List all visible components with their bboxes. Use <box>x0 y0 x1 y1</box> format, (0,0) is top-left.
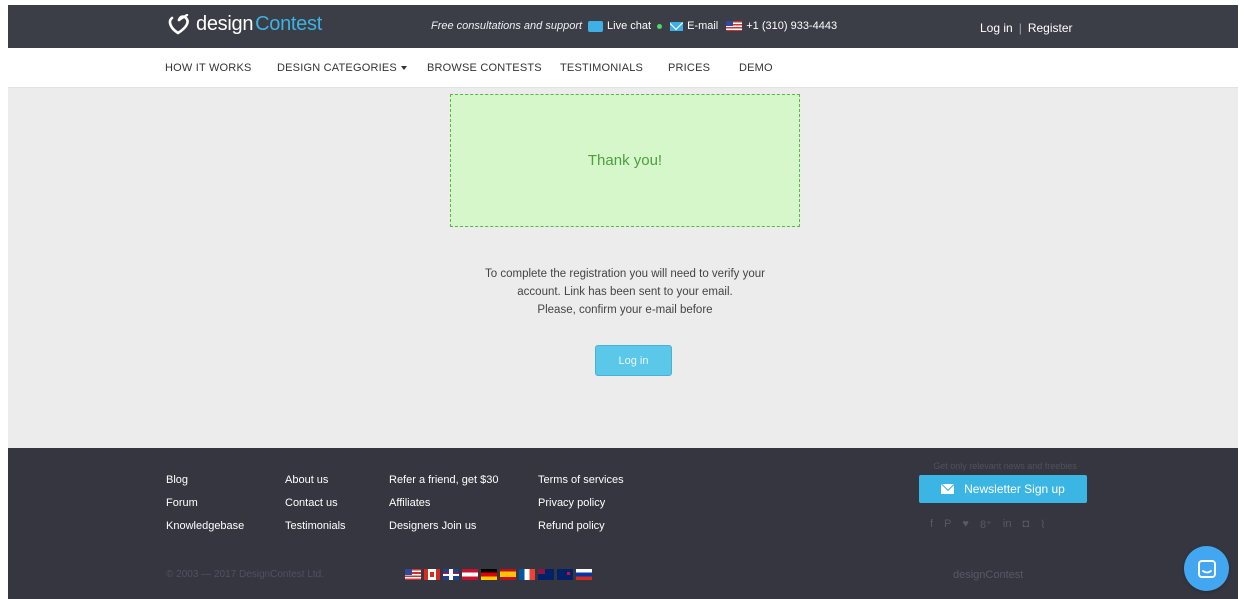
footer: Blog Forum Knowledgebase About us Contac… <box>8 448 1238 599</box>
main-nav: HOW IT WORKS DESIGN CATEGORIES BROWSE CO… <box>8 48 1238 88</box>
footer-link-testimonials[interactable]: Testimonials <box>285 515 346 538</box>
spain-flag-icon[interactable] <box>500 569 516 580</box>
rss-icon[interactable]: ⌇ <box>1040 518 1045 531</box>
copyright-text: © 2003 — 2017 DesignContest Ltd. <box>166 569 325 580</box>
login-button[interactable]: Log in <box>595 345 672 376</box>
nav-browse-contests[interactable]: BROWSE CONTESTS <box>427 62 542 74</box>
email-link[interactable]: E-mail <box>670 20 718 32</box>
newsletter-signup-label: Newsletter Sign up <box>964 482 1065 496</box>
footer-link-privacy[interactable]: Privacy policy <box>538 492 624 515</box>
footer-logo[interactable]: designContest <box>953 569 1023 581</box>
us-flag-icon[interactable] <box>405 569 421 580</box>
auth-links: Log in | Register <box>980 21 1073 35</box>
login-link[interactable]: Log in <box>980 21 1013 35</box>
top-bar: design Contest Free consultations and sup… <box>8 5 1238 48</box>
footer-link-refund[interactable]: Refund policy <box>538 515 624 538</box>
phone-number: +1 (310) 933-4443 <box>746 20 838 32</box>
main-content: Thank you! To complete the registration … <box>8 88 1238 448</box>
newsletter-signup-button[interactable]: Newsletter Sign up <box>919 475 1087 503</box>
footer-link-contact-us[interactable]: Contact us <box>285 492 346 515</box>
success-box: Thank you! <box>450 94 800 227</box>
chat-icon <box>1197 559 1216 578</box>
thank-you-message: Thank you! <box>587 152 663 169</box>
facebook-icon[interactable]: f <box>930 518 933 531</box>
footer-column-2: About us Contact us Testimonials <box>285 469 346 538</box>
footer-column-4: Terms of services Privacy policy Refund … <box>538 469 624 538</box>
window-frame-left <box>0 0 8 599</box>
verification-message: To complete the registration you will ne… <box>450 265 800 319</box>
window-frame-right <box>1238 0 1246 599</box>
social-links: f P ♥ 8⁺ in ◘ ⌇ <box>930 518 1045 531</box>
site-logo[interactable]: design Contest <box>168 13 322 36</box>
heart-pen-logo-icon <box>168 13 189 35</box>
footer-link-about-us[interactable]: About us <box>285 469 346 492</box>
envelope-icon <box>670 21 684 31</box>
chat-bubble-icon <box>588 20 604 32</box>
footer-link-refer-a-friend[interactable]: Refer a friend, get $30 <box>389 469 498 492</box>
austria-flag-icon[interactable] <box>462 569 478 580</box>
logo-text-design: design <box>196 13 254 35</box>
phone-link[interactable]: +1 (310) 933-4443 <box>726 20 837 32</box>
footer-link-blog[interactable]: Blog <box>166 469 244 492</box>
envelope-icon <box>941 484 955 494</box>
language-selector <box>405 569 592 580</box>
footer-column-1: Blog Forum Knowledgebase <box>166 469 244 538</box>
live-chat-label: Live chat <box>607 20 652 32</box>
nav-design-categories-label: DESIGN CATEGORIES <box>277 62 397 74</box>
nav-design-categories[interactable]: DESIGN CATEGORIES <box>277 62 407 74</box>
nav-how-it-works[interactable]: HOW IT WORKS <box>165 62 252 74</box>
uk-flag-icon[interactable] <box>443 569 459 580</box>
canada-flag-icon[interactable] <box>424 569 440 580</box>
pinterest-icon[interactable]: P <box>944 518 951 531</box>
newsletter-tagline: Get only relevant news and freebies <box>933 461 1077 471</box>
us-flag-icon <box>726 21 743 31</box>
caret-down-icon <box>400 66 407 71</box>
instagram-icon[interactable]: ◘ <box>1022 518 1029 531</box>
footer-column-3: Refer a friend, get $30 Affiliates Desig… <box>389 469 498 538</box>
australia-flag-icon[interactable] <box>538 569 554 580</box>
france-flag-icon[interactable] <box>519 569 535 580</box>
twitter-icon[interactable]: ♥ <box>962 518 969 531</box>
nav-prices[interactable]: PRICES <box>668 62 710 74</box>
auth-separator: | <box>1018 21 1022 35</box>
footer-link-affiliates[interactable]: Affiliates <box>389 492 498 515</box>
new-zealand-flag-icon[interactable] <box>557 569 573 580</box>
email-label: E-mail <box>687 20 719 32</box>
message-line: account. Link has been sent to your emai… <box>517 286 733 298</box>
logo-text-contest: Contest <box>255 13 322 35</box>
footer-link-knowledgebase[interactable]: Knowledgebase <box>166 515 244 538</box>
online-status-icon <box>657 23 663 29</box>
contact-strip: Free consultations and support Live chat… <box>431 20 845 32</box>
message-line: To complete the registration you will ne… <box>485 268 765 280</box>
footer-link-forum[interactable]: Forum <box>166 492 244 515</box>
message-line: Please, confirm your e-mail before <box>537 304 713 316</box>
nav-testimonials[interactable]: TESTIMONIALS <box>560 62 643 74</box>
nav-demo[interactable]: DEMO <box>739 62 773 74</box>
google-plus-icon[interactable]: 8⁺ <box>980 518 992 531</box>
footer-link-designers-join[interactable]: Designers Join us <box>389 515 498 538</box>
linkedin-icon[interactable]: in <box>1003 518 1012 531</box>
chat-widget-button[interactable] <box>1184 546 1229 591</box>
footer-link-terms[interactable]: Terms of services <box>538 469 624 492</box>
live-chat-link[interactable]: Live chat <box>588 20 663 32</box>
support-tagline: Free consultations and support <box>431 20 583 32</box>
germany-flag-icon[interactable] <box>481 569 497 580</box>
russia-flag-icon[interactable] <box>576 569 592 580</box>
register-link[interactable]: Register <box>1028 21 1073 35</box>
